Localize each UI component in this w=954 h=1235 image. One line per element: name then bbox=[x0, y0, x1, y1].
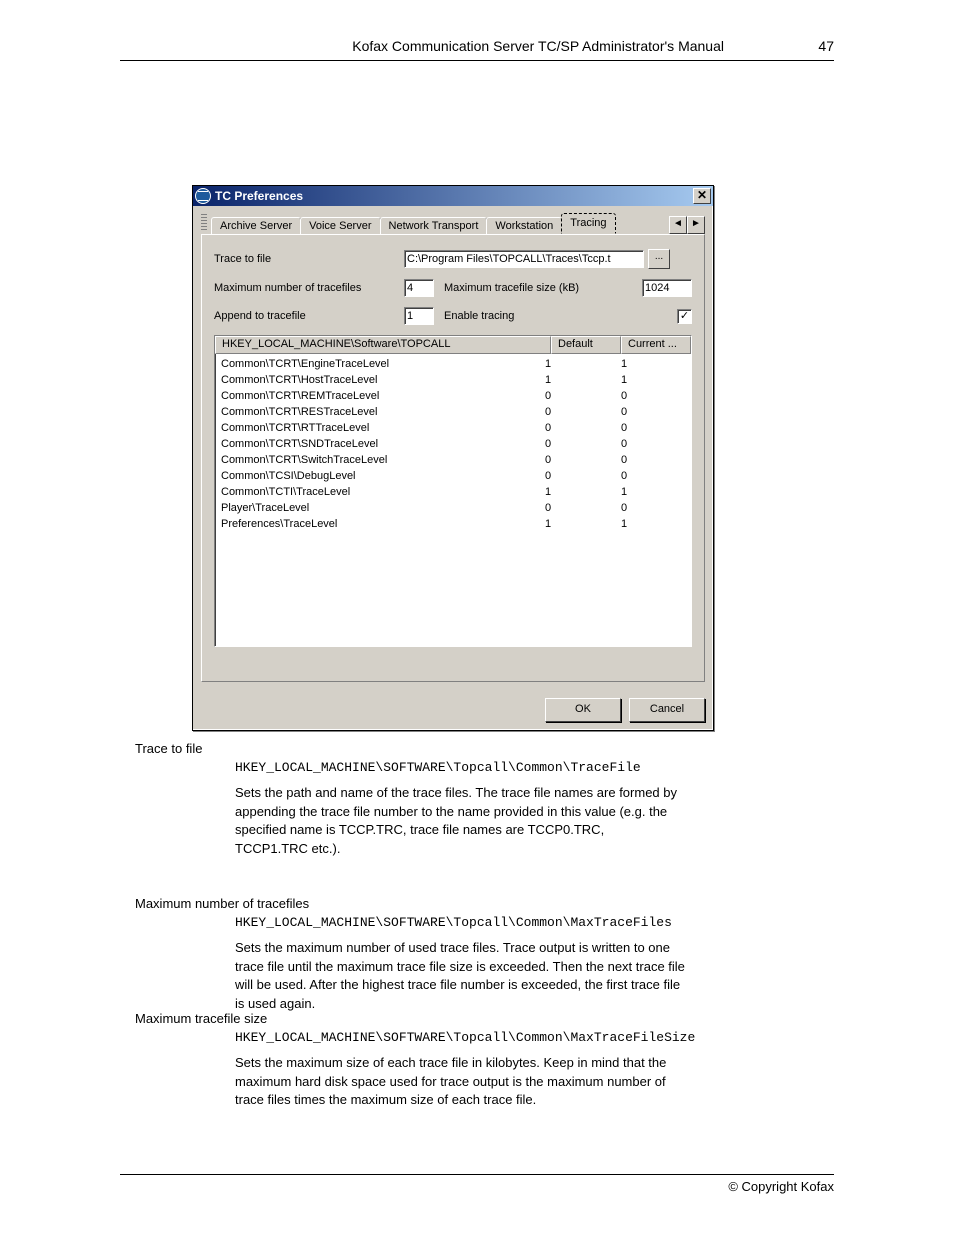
list-cell-current: 0 bbox=[615, 502, 691, 514]
browse-button[interactable]: ... bbox=[648, 249, 670, 269]
list-cell-path: Common\TCRT\SNDTraceLevel bbox=[215, 438, 539, 450]
dialog-title: TC Preferences bbox=[215, 189, 303, 203]
cancel-button[interactable]: Cancel bbox=[629, 698, 705, 722]
tab-area: Archive Server Voice Server Network Tran… bbox=[193, 206, 713, 690]
trace-levels-list[interactable]: HKEY_LOCAL_MACHINE\Software\TOPCALL Defa… bbox=[214, 335, 692, 647]
enable-tracing-label: Enable tracing bbox=[444, 310, 514, 322]
section-description: Sets the path and name of the trace file… bbox=[235, 784, 834, 859]
trace-to-file-label: Trace to file bbox=[214, 253, 404, 265]
footer-copyright: © Copyright Kofax bbox=[728, 1179, 834, 1194]
list-cell-path: Common\TCRT\RESTraceLevel bbox=[215, 406, 539, 418]
list-cell-path: Common\TCRT\EngineTraceLevel bbox=[215, 358, 539, 370]
append-to-tracefile-input[interactable] bbox=[404, 307, 434, 325]
tab-grip[interactable] bbox=[201, 214, 207, 232]
list-cell-default: 0 bbox=[539, 390, 615, 402]
tab-workstation[interactable]: Workstation bbox=[486, 217, 562, 235]
tab-row: Archive Server Voice Server Network Tran… bbox=[201, 212, 705, 234]
tracing-panel: Trace to file ... Maximum number of trac… bbox=[201, 234, 705, 682]
list-cell-current: 0 bbox=[615, 422, 691, 434]
tab-voice-server[interactable]: Voice Server bbox=[300, 217, 380, 235]
list-cell-current: 0 bbox=[615, 406, 691, 418]
list-cell-default: 1 bbox=[539, 358, 615, 370]
registry-path: HKEY_LOCAL_MACHINE\SOFTWARE\Topcall\Comm… bbox=[235, 759, 834, 778]
tab-archive-server[interactable]: Archive Server bbox=[211, 217, 301, 235]
header-title: Kofax Communication Server TC/SP Adminis… bbox=[352, 38, 724, 54]
page-header: Kofax Communication Server TC/SP Adminis… bbox=[120, 38, 834, 61]
section-label: Maximum number of tracefiles bbox=[135, 895, 834, 914]
trace-to-file-input[interactable] bbox=[404, 250, 644, 268]
list-cell-current: 1 bbox=[615, 374, 691, 386]
doc-section: Trace to fileHKEY_LOCAL_MACHINE\SOFTWARE… bbox=[135, 740, 834, 859]
doc-section: Maximum tracefile sizeHKEY_LOCAL_MACHINE… bbox=[135, 1010, 834, 1110]
list-cell-default: 0 bbox=[539, 502, 615, 514]
ok-button[interactable]: OK bbox=[545, 698, 621, 722]
list-cell-default: 0 bbox=[539, 438, 615, 450]
tab-scroll-left[interactable]: ◄ bbox=[669, 216, 687, 234]
list-cell-current: 0 bbox=[615, 438, 691, 450]
app-icon bbox=[195, 188, 211, 204]
list-row[interactable]: Common\TCRT\HostTraceLevel11 bbox=[215, 372, 691, 388]
list-cell-path: Player\TraceLevel bbox=[215, 502, 539, 514]
list-cell-default: 1 bbox=[539, 486, 615, 498]
list-cell-default: 1 bbox=[539, 518, 615, 530]
list-cell-path: Common\TCSI\DebugLevel bbox=[215, 470, 539, 482]
max-tracefiles-label: Maximum number of tracefiles bbox=[214, 282, 404, 294]
list-row[interactable]: Common\TCRT\REMTraceLevel00 bbox=[215, 388, 691, 404]
close-button[interactable]: ✕ bbox=[693, 188, 711, 204]
preferences-dialog: TC Preferences ✕ Archive Server Voice Se… bbox=[192, 185, 714, 731]
max-tracefile-size-input[interactable] bbox=[642, 279, 692, 297]
page: Kofax Communication Server TC/SP Adminis… bbox=[0, 0, 954, 1235]
enable-tracing-checkbox[interactable]: ✓ bbox=[677, 309, 692, 324]
list-row[interactable]: Common\TCTI\TraceLevel11 bbox=[215, 484, 691, 500]
list-row[interactable]: Common\TCRT\SwitchTraceLevel00 bbox=[215, 452, 691, 468]
tab-network-transport[interactable]: Network Transport bbox=[380, 217, 488, 235]
max-tracefiles-input[interactable] bbox=[404, 279, 434, 297]
tab-scroll: ◄ ► bbox=[669, 216, 705, 234]
list-cell-default: 0 bbox=[539, 406, 615, 418]
tab-tracing[interactable]: Tracing bbox=[561, 213, 615, 234]
list-row[interactable]: Player\TraceLevel00 bbox=[215, 500, 691, 516]
section-label: Maximum tracefile size bbox=[135, 1010, 834, 1029]
list-cell-current: 1 bbox=[615, 358, 691, 370]
list-cell-path: Common\TCRT\HostTraceLevel bbox=[215, 374, 539, 386]
list-row[interactable]: Common\TCSI\DebugLevel00 bbox=[215, 468, 691, 484]
registry-path: HKEY_LOCAL_MACHINE\SOFTWARE\Topcall\Comm… bbox=[235, 1029, 834, 1048]
tab-scroll-right[interactable]: ► bbox=[687, 216, 705, 234]
list-header: HKEY_LOCAL_MACHINE\Software\TOPCALL Defa… bbox=[215, 336, 691, 354]
list-cell-current: 0 bbox=[615, 454, 691, 466]
list-cell-default: 0 bbox=[539, 470, 615, 482]
section-label: Trace to file bbox=[135, 740, 834, 759]
section-description: Sets the maximum size of each trace file… bbox=[235, 1054, 834, 1111]
list-cell-current: 1 bbox=[615, 518, 691, 530]
list-cell-path: Common\TCRT\SwitchTraceLevel bbox=[215, 454, 539, 466]
append-to-tracefile-label: Append to tracefile bbox=[214, 310, 404, 322]
list-cell-current: 1 bbox=[615, 486, 691, 498]
titlebar: TC Preferences ✕ bbox=[193, 186, 713, 206]
list-cell-default: 0 bbox=[539, 454, 615, 466]
list-row[interactable]: Common\TCRT\EngineTraceLevel11 bbox=[215, 356, 691, 372]
list-row[interactable]: Common\TCRT\RTTraceLevel00 bbox=[215, 420, 691, 436]
list-cell-path: Common\TCRT\REMTraceLevel bbox=[215, 390, 539, 402]
list-row[interactable]: Common\TCRT\SNDTraceLevel00 bbox=[215, 436, 691, 452]
page-number: 47 bbox=[818, 38, 834, 54]
page-footer: © Copyright Kofax bbox=[120, 1174, 834, 1197]
list-header-current[interactable]: Current ... bbox=[621, 336, 691, 354]
max-tracefile-size-label: Maximum tracefile size (kB) bbox=[444, 282, 594, 294]
list-cell-current: 0 bbox=[615, 390, 691, 402]
list-cell-current: 0 bbox=[615, 470, 691, 482]
list-cell-path: Common\TCTI\TraceLevel bbox=[215, 486, 539, 498]
list-header-path[interactable]: HKEY_LOCAL_MACHINE\Software\TOPCALL bbox=[215, 336, 551, 354]
list-row[interactable]: Common\TCRT\RESTraceLevel00 bbox=[215, 404, 691, 420]
section-description: Sets the maximum number of used trace fi… bbox=[235, 939, 834, 1014]
list-row[interactable]: Preferences\TraceLevel11 bbox=[215, 516, 691, 532]
list-cell-path: Preferences\TraceLevel bbox=[215, 518, 539, 530]
registry-path: HKEY_LOCAL_MACHINE\SOFTWARE\Topcall\Comm… bbox=[235, 914, 834, 933]
list-body: Common\TCRT\EngineTraceLevel11Common\TCR… bbox=[215, 354, 691, 534]
list-cell-default: 0 bbox=[539, 422, 615, 434]
list-header-default[interactable]: Default bbox=[551, 336, 621, 354]
list-cell-path: Common\TCRT\RTTraceLevel bbox=[215, 422, 539, 434]
list-cell-default: 1 bbox=[539, 374, 615, 386]
doc-section: Maximum number of tracefilesHKEY_LOCAL_M… bbox=[135, 895, 834, 1014]
dialog-buttons: OK Cancel bbox=[193, 690, 713, 730]
